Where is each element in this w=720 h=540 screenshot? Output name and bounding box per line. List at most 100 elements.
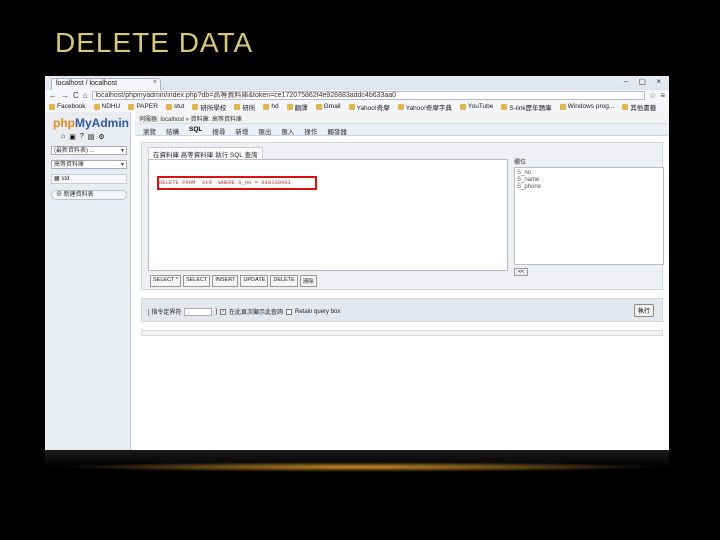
table-item-std[interactable]: ▦ std bbox=[51, 174, 127, 184]
youtube-icon bbox=[459, 103, 466, 110]
bookmark-icon bbox=[49, 103, 55, 110]
star-icon[interactable]: ☆ bbox=[649, 91, 656, 100]
tab-search[interactable]: 搜尋 bbox=[212, 126, 225, 136]
folder-icon bbox=[93, 103, 100, 110]
pma-main: 伺服器: localhost » 資料庫: 高等資料庫 瀏覽 結構 SQL 搜尋… bbox=[135, 112, 669, 450]
tab-import[interactable]: 匯入 bbox=[281, 126, 294, 136]
insert-column-button[interactable]: << bbox=[514, 268, 528, 276]
bottom-strip bbox=[141, 330, 663, 336]
phpmyadmin-logo[interactable]: phpMyAdmin bbox=[45, 112, 130, 130]
bookmarks-bar: Facebook NDHU PAPER stut 研所學校 研所 hd 翻譯 G… bbox=[45, 101, 669, 112]
tab-insert[interactable]: 新增 bbox=[235, 126, 248, 136]
home-icon[interactable]: ⌂ bbox=[83, 91, 88, 100]
tab-row: localhost / localhost × – ▢ × bbox=[45, 76, 669, 90]
query-options: [ 指令定界符 ; ] ✓ 在此頁次顯示此查詢 Retain query box… bbox=[141, 298, 663, 322]
gmail-icon bbox=[315, 103, 322, 110]
plus-icon: ⊕ bbox=[56, 192, 64, 198]
slide-title: DELETE DATA bbox=[55, 27, 254, 58]
folder-icon bbox=[192, 103, 199, 110]
delimiter-input[interactable]: ; bbox=[184, 307, 213, 316]
bookmark[interactable]: stut bbox=[165, 103, 184, 110]
pma-sidebar: phpMyAdmin ⌂ ▣ ? ▤ ⚙ (最新資料表) ... 高等資料庫 ▦… bbox=[45, 112, 131, 450]
bookmark[interactable]: S-link歷年題庫 bbox=[501, 102, 552, 112]
select-button[interactable]: SELECT bbox=[182, 275, 211, 287]
decorative-glow bbox=[60, 462, 660, 472]
folder-icon bbox=[263, 103, 270, 110]
sql-query-panel: 在資料庫 高等資料庫 執行 SQL 查詢 DELETE FROM `std` W… bbox=[141, 142, 664, 290]
show-query-checkbox[interactable]: ✓ bbox=[220, 308, 227, 315]
delete-button[interactable]: DELETE bbox=[270, 275, 298, 287]
tab-operations[interactable]: 操作 bbox=[304, 126, 317, 136]
windows-icon bbox=[559, 103, 566, 110]
bookmark[interactable]: PAPER bbox=[128, 103, 158, 110]
recent-tables-select[interactable]: (最新資料表) ... bbox=[51, 146, 127, 155]
update-button[interactable]: UPDATE bbox=[240, 275, 269, 287]
docs-icon[interactable]: ▤ bbox=[88, 133, 95, 141]
bookmark[interactable]: Gmail bbox=[315, 103, 341, 110]
window-controls[interactable]: – ▢ × bbox=[624, 77, 665, 86]
browser-screenshot: localhost / localhost × – ▢ × ← → C ⌂ lo… bbox=[45, 76, 669, 450]
tab-structure[interactable]: 結構 bbox=[166, 126, 179, 136]
settings-icon[interactable]: ⚙ bbox=[98, 133, 104, 141]
tab-browse[interactable]: 瀏覽 bbox=[143, 126, 156, 136]
bookmark[interactable]: 翻譯 bbox=[286, 102, 308, 112]
bookmark[interactable]: Windows prog... bbox=[559, 103, 614, 110]
delimiter-label: [ 指令定界符 bbox=[148, 310, 182, 316]
new-table-button[interactable]: ⊕ 新建資料表 bbox=[51, 190, 127, 200]
bookmark-other[interactable]: 其他書籤 bbox=[622, 102, 656, 112]
show-query-label: 在此頁次顯示此查詢 bbox=[229, 310, 284, 316]
bookmark[interactable]: 研所學校 bbox=[192, 102, 226, 112]
column-item[interactable]: S_name bbox=[517, 177, 661, 184]
back-icon[interactable]: ← bbox=[49, 91, 57, 100]
delimiter-suffix: ] bbox=[215, 308, 218, 315]
delimiter-row: [ 指令定界符 ; ] ✓ 在此頁次顯示此查詢 Retain query box bbox=[148, 307, 340, 316]
translate-icon bbox=[286, 103, 293, 110]
folder-icon bbox=[622, 103, 629, 110]
select-all-button[interactable]: SELECT * bbox=[150, 275, 181, 287]
bookmark[interactable]: Yahoo!奇摩字典 bbox=[397, 102, 452, 112]
bookmark[interactable]: Facebook bbox=[49, 103, 86, 110]
column-item[interactable]: S_no bbox=[517, 170, 661, 177]
sql-query-textarea[interactable]: DELETE FROM `std` WHERE S_no = 610139001 bbox=[148, 159, 508, 271]
retain-query-checkbox[interactable] bbox=[286, 308, 293, 315]
folder-icon bbox=[165, 103, 172, 110]
bookmark[interactable]: NDHU bbox=[93, 103, 120, 110]
tab-triggers[interactable]: 觸發器 bbox=[327, 126, 347, 136]
help-icon[interactable]: ? bbox=[80, 133, 84, 141]
database-select[interactable]: 高等資料庫 bbox=[51, 160, 127, 169]
columns-label: 欄位 bbox=[514, 160, 527, 166]
browser-tab[interactable]: localhost / localhost × bbox=[51, 78, 161, 90]
address-bar[interactable]: localhost/phpmyadmin/index.php?db=高等資料庫&… bbox=[91, 91, 646, 100]
bookmark[interactable]: 研所 bbox=[234, 102, 255, 112]
menu-icon[interactable]: ≡ bbox=[660, 91, 665, 100]
sql-icon[interactable]: ▣ bbox=[69, 133, 76, 141]
yahoo-icon bbox=[397, 103, 404, 110]
query-highlight bbox=[157, 176, 317, 190]
link-icon bbox=[501, 103, 508, 110]
clear-button[interactable]: 清除 bbox=[299, 275, 317, 287]
columns-list[interactable]: S_no S_name S_phone bbox=[514, 167, 664, 265]
bookmark[interactable]: YouTube bbox=[459, 103, 493, 110]
close-tab-icon[interactable]: × bbox=[153, 79, 157, 86]
yahoo-icon bbox=[348, 103, 355, 110]
tab-menu: 瀏覽 結構 SQL 搜尋 新增 匯出 匯入 操作 觸發器 bbox=[135, 124, 669, 136]
address-row: ← → C ⌂ localhost/phpmyadmin/index.php?d… bbox=[45, 90, 669, 101]
go-button[interactable]: 執行 bbox=[633, 304, 654, 317]
insert-button[interactable]: INSERT bbox=[212, 275, 239, 287]
bookmark[interactable]: Yahoo!奇摩 bbox=[348, 102, 390, 112]
tab-title: localhost / localhost bbox=[56, 80, 118, 87]
sidebar-icons: ⌂ ▣ ? ▤ ⚙ bbox=[45, 130, 130, 141]
bookmark[interactable]: hd bbox=[263, 103, 279, 110]
forward-icon[interactable]: → bbox=[61, 91, 69, 100]
home-icon[interactable]: ⌂ bbox=[61, 133, 65, 141]
tab-export[interactable]: 匯出 bbox=[258, 126, 271, 136]
sql-template-buttons: SELECT * SELECT INSERT UPDATE DELETE 清除 bbox=[150, 275, 317, 287]
browser-chrome: localhost / localhost × – ▢ × ← → C ⌂ lo… bbox=[45, 76, 669, 112]
folder-icon bbox=[128, 103, 135, 110]
reload-icon[interactable]: C bbox=[73, 91, 79, 100]
tab-sql[interactable]: SQL bbox=[189, 126, 202, 133]
retain-query-label: Retain query box bbox=[295, 308, 341, 315]
folder-icon bbox=[234, 103, 241, 110]
column-item[interactable]: S_phone bbox=[517, 184, 661, 191]
breadcrumb[interactable]: 伺服器: localhost » 資料庫: 高等資料庫 bbox=[135, 112, 669, 124]
